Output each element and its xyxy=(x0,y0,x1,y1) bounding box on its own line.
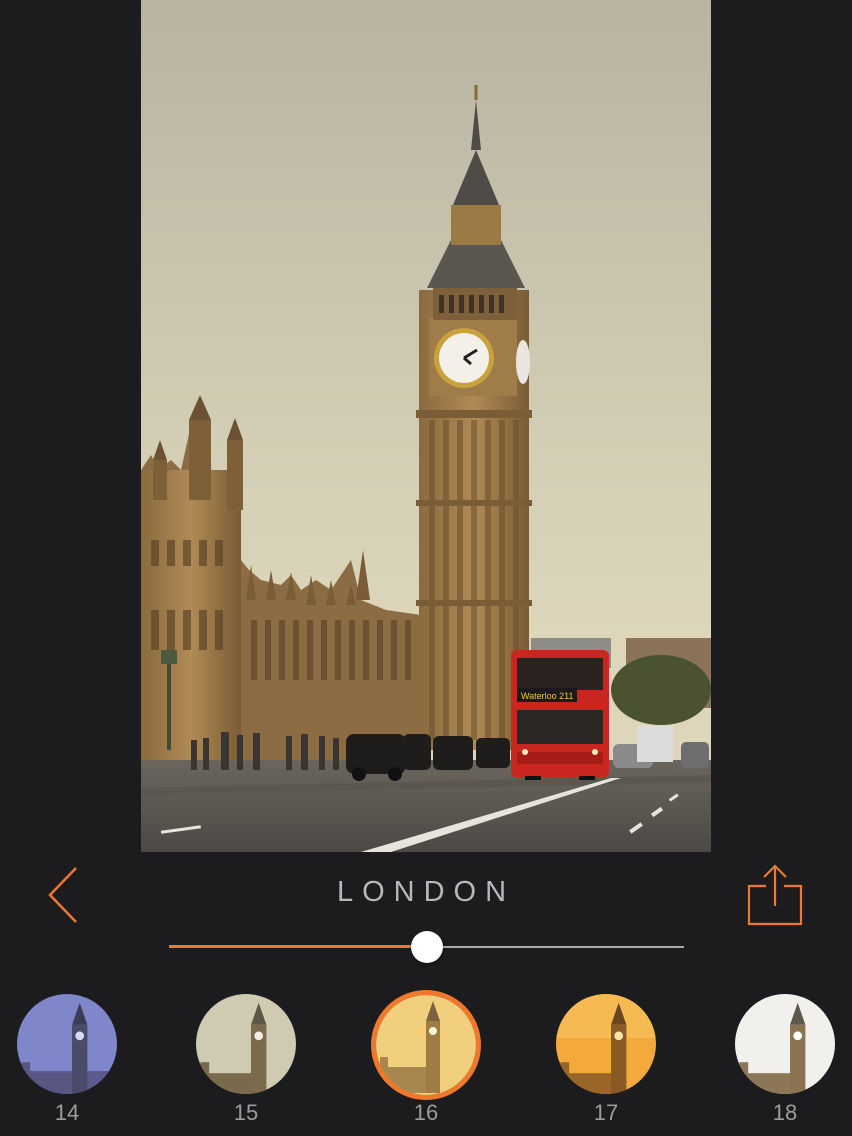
share-button[interactable] xyxy=(744,864,806,928)
big-ben-thumbnail xyxy=(17,994,117,1094)
filter-preview-image xyxy=(196,994,296,1094)
main-photo: Waterloo 211 xyxy=(141,0,711,852)
filter-number: 18 xyxy=(772,1100,798,1125)
big-ben-photo: Waterloo 211 xyxy=(141,0,711,852)
filter-preview-image xyxy=(17,994,117,1094)
filter-thumb-15[interactable]: 15 xyxy=(191,990,301,1130)
filter-strip: 14 15 16 17 18 xyxy=(0,990,852,1136)
filter-number: 16 xyxy=(413,1100,439,1125)
big-ben-thumbnail xyxy=(735,994,835,1094)
intensity-slider[interactable] xyxy=(169,930,684,964)
filter-preview-image xyxy=(735,994,835,1094)
filter-preview-image xyxy=(556,994,656,1094)
back-button[interactable] xyxy=(44,862,84,928)
filter-preview-image xyxy=(371,990,481,1100)
filter-name: LONDON xyxy=(336,876,516,908)
big-ben-thumbnail xyxy=(196,994,296,1094)
bus-destination-sign: Waterloo 211 xyxy=(521,691,574,701)
slider-track-fill xyxy=(169,945,427,948)
big-ben-thumbnail xyxy=(556,994,656,1094)
filter-thumb-17[interactable]: 17 xyxy=(551,990,661,1130)
filter-thumb-18[interactable]: 18 xyxy=(730,990,840,1130)
filter-thumb-16-selected[interactable]: 16 xyxy=(371,990,481,1130)
chevron-left-icon xyxy=(48,867,77,923)
big-ben-thumbnail xyxy=(376,995,476,1095)
slider-thumb[interactable] xyxy=(410,931,443,963)
share-icon xyxy=(747,864,803,926)
filter-thumb-14[interactable]: 14 xyxy=(12,990,122,1130)
filter-number: 14 xyxy=(54,1100,80,1125)
filter-number: 17 xyxy=(593,1100,619,1125)
filter-number: 15 xyxy=(233,1100,259,1125)
